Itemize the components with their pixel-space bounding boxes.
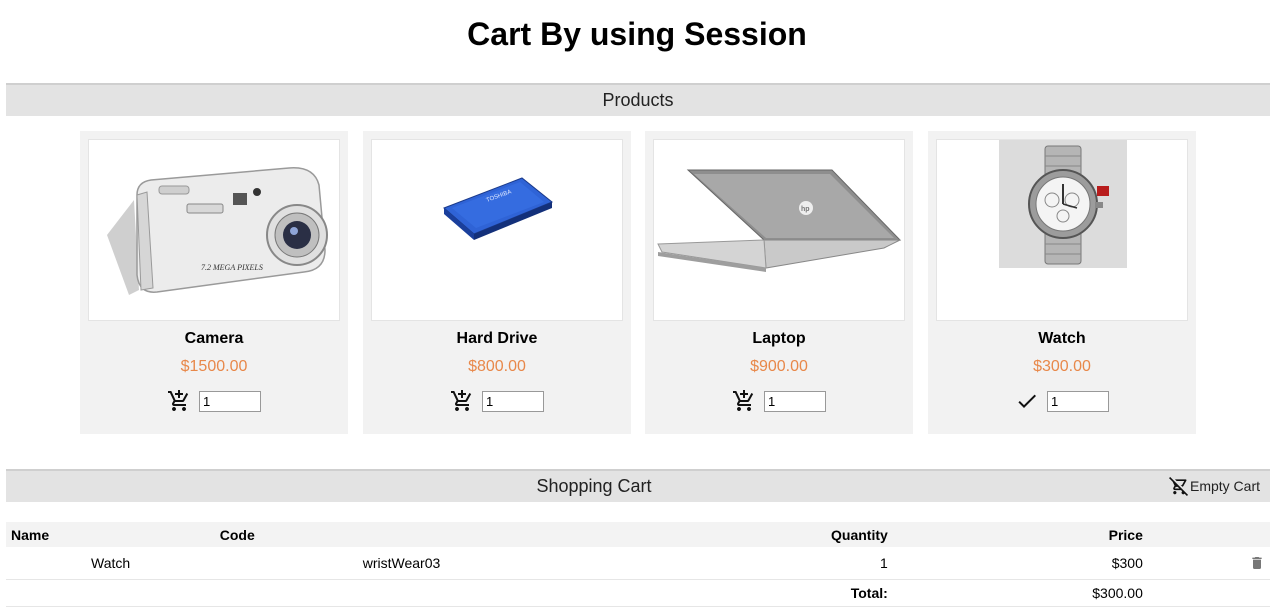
- products-section-title: Products: [602, 90, 674, 110]
- remove-item-button[interactable]: [1147, 547, 1270, 580]
- product-card-hard-drive: TOSHIBA Hard Drive $800.00: [363, 131, 631, 434]
- column-header-quantity: Quantity: [445, 522, 893, 547]
- quantity-input[interactable]: [764, 390, 826, 412]
- product-price: $900.00: [750, 358, 808, 375]
- add-to-cart-icon[interactable]: [167, 389, 191, 413]
- total-label: Total:: [445, 579, 893, 607]
- empty-cart-button[interactable]: Empty Cart: [1168, 476, 1260, 496]
- cart-item-quantity: 1: [445, 547, 893, 580]
- quantity-input[interactable]: [482, 390, 544, 412]
- column-header-name: Name: [6, 522, 215, 547]
- cart-table: Name Code Quantity Price Watch wristWear…: [6, 522, 1270, 607]
- checkmark-icon[interactable]: [1015, 389, 1039, 413]
- svg-text:7.2 MEGA PIXELS: 7.2 MEGA PIXELS: [201, 263, 263, 272]
- product-name: Camera: [184, 330, 244, 347]
- total-row: Total: $300.00: [6, 579, 1270, 607]
- quantity-input[interactable]: [199, 390, 261, 412]
- product-name: Watch: [1038, 330, 1086, 347]
- trash-icon: [1252, 557, 1262, 570]
- product-card-laptop: hp Laptop $900.00: [645, 131, 913, 434]
- product-price: $800.00: [468, 358, 526, 375]
- quantity-input[interactable]: [1047, 390, 1109, 412]
- product-image-hard-drive: TOSHIBA: [371, 139, 623, 321]
- product-name: Hard Drive: [456, 330, 538, 347]
- remove-cart-icon: [1168, 476, 1189, 496]
- product-image-watch: [936, 139, 1188, 321]
- cart-item-price: $300: [892, 547, 1148, 580]
- cart-item-code: wristWear03: [214, 547, 446, 580]
- product-card-camera: 7.2 MEGA PIXELS Camera $1500.00: [80, 131, 348, 434]
- add-to-cart-icon[interactable]: [450, 389, 474, 413]
- products-section-header: Products: [6, 83, 1270, 116]
- total-value: $300.00: [892, 579, 1148, 607]
- cart-item-name: Watch: [6, 547, 215, 580]
- empty-cart-label: Empty Cart: [1189, 478, 1260, 494]
- product-image-camera: 7.2 MEGA PIXELS: [88, 139, 340, 321]
- cart-section-title: Shopping Cart: [536, 476, 652, 496]
- product-name: Laptop: [752, 330, 806, 347]
- product-card-watch: Watch $300.00: [928, 131, 1196, 434]
- cart-table-header-row: Name Code Quantity Price: [6, 522, 1270, 547]
- column-header-price: Price: [892, 522, 1148, 547]
- column-header-actions: [1147, 522, 1270, 547]
- product-price: $300.00: [1033, 358, 1091, 375]
- table-row: Watch wristWear03 1 $300: [6, 547, 1270, 580]
- product-image-laptop: hp: [653, 139, 905, 321]
- page-title: Cart By using Session: [467, 16, 807, 52]
- product-price: $1500.00: [180, 358, 248, 375]
- add-to-cart-icon[interactable]: [732, 389, 756, 413]
- cart-section-header: Shopping Cart Empty Cart: [6, 469, 1270, 502]
- svg-text:hp: hp: [801, 206, 810, 213]
- column-header-code: Code: [214, 522, 446, 547]
